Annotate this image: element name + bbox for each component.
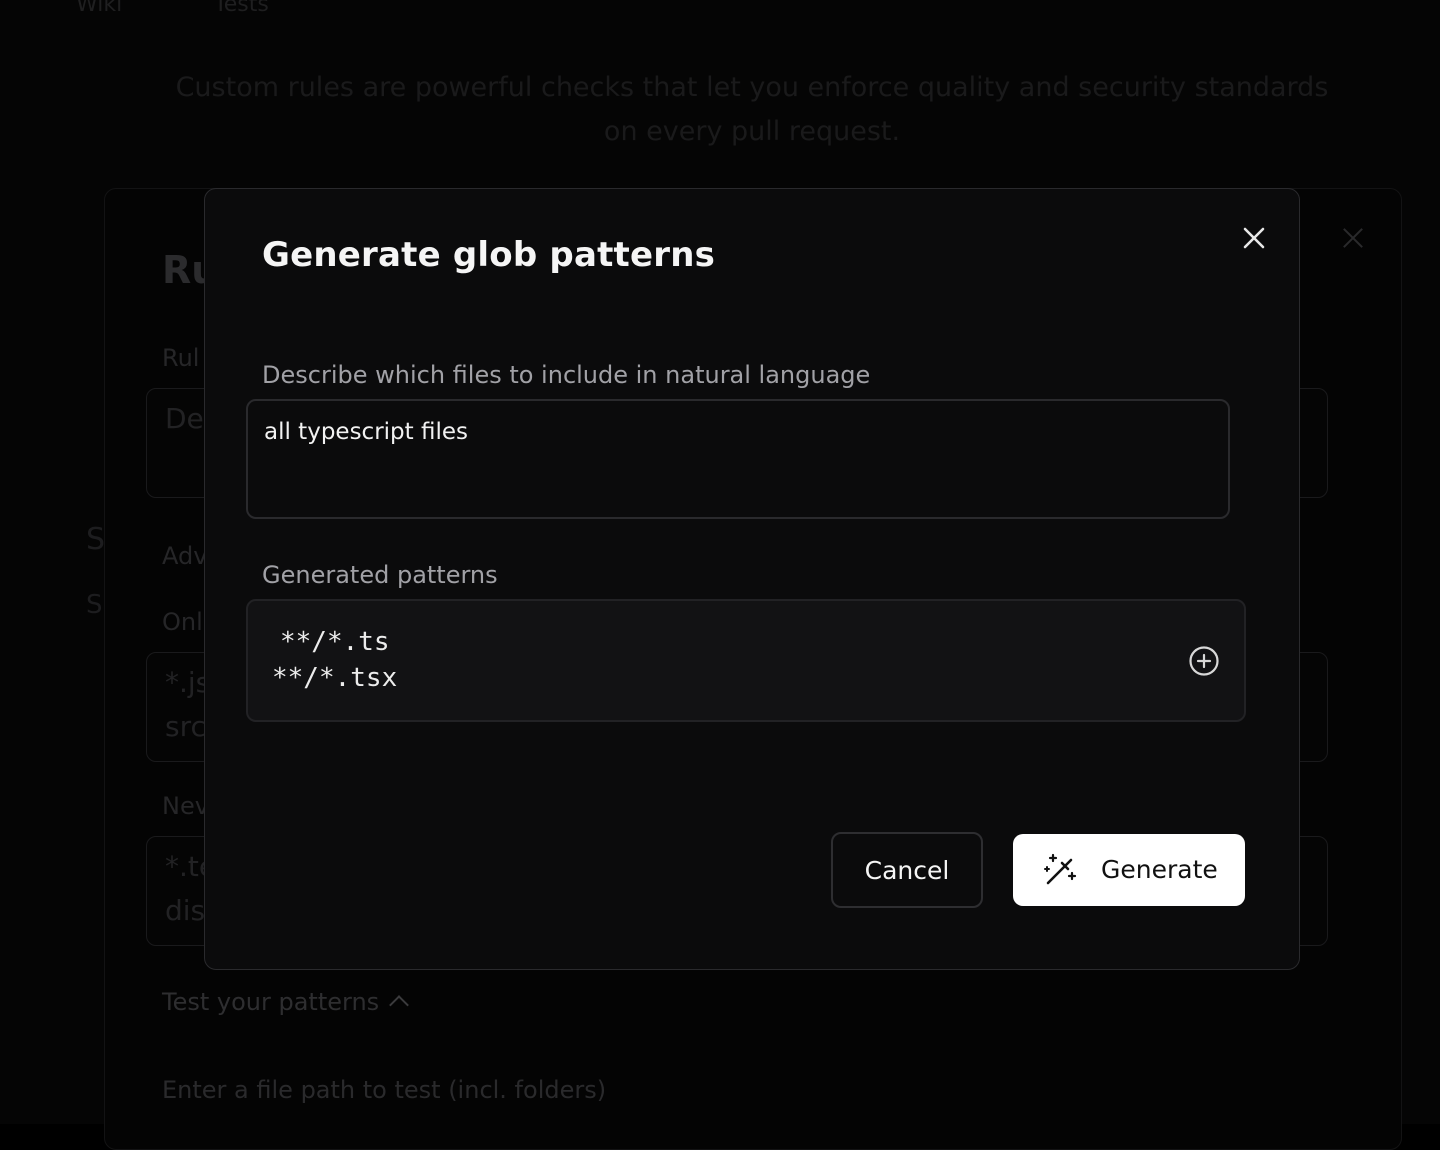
dialog-title: Generate glob patterns: [262, 235, 716, 275]
pattern-item: **/*.ts: [280, 627, 390, 657]
tab-wiki: Wiki: [76, 0, 123, 17]
test-path-placeholder: Enter a file path to test (incl. folders…: [162, 1076, 607, 1104]
generate-glob-dialog: Generate glob patterns Describe which fi…: [204, 188, 1300, 970]
description-input[interactable]: all typescript files: [246, 399, 1230, 519]
plus-circle-icon[interactable]: [1188, 645, 1220, 677]
generated-patterns-box: **/*.ts **/*.tsx: [246, 599, 1246, 722]
background-side-letter: S: [86, 522, 106, 557]
generate-button-label: Generate: [1101, 855, 1218, 884]
generated-patterns-label: Generated patterns: [262, 561, 498, 589]
background-advanced-label: Adv: [162, 542, 208, 570]
test-patterns-toggle: Test your patterns: [162, 988, 380, 1016]
pattern-item: **/*.tsx: [272, 663, 398, 693]
background-rule-label: Rul: [162, 344, 200, 372]
background-side-letter: S: [86, 590, 103, 620]
close-icon[interactable]: [1239, 223, 1269, 253]
background-close-icon: [1340, 225, 1366, 251]
page-subtitle: Custom rules are powerful checks that le…: [175, 72, 1329, 147]
background-never-label: Nev: [162, 792, 209, 820]
generate-button[interactable]: Generate: [1013, 834, 1245, 906]
tab-tests: Tests: [214, 0, 269, 17]
cancel-button[interactable]: Cancel: [831, 832, 983, 908]
description-label: Describe which files to include in natur…: [262, 361, 871, 389]
magic-wand-icon: [1043, 852, 1079, 888]
background-only-label: Onl: [162, 608, 203, 636]
